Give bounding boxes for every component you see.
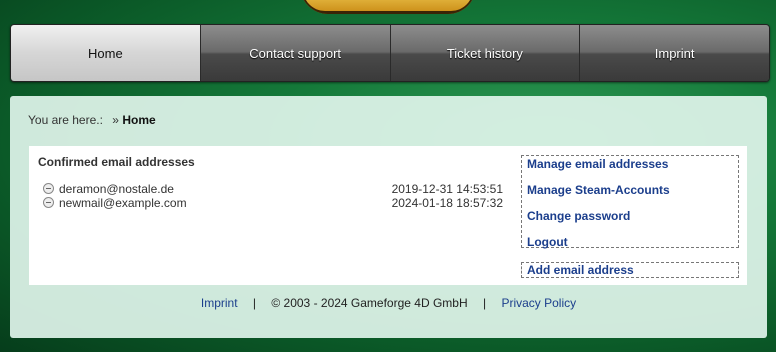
email-row: deramon@nostale.de 2019-12-31 14:53:51 [43, 182, 503, 196]
footer: Imprint | © 2003 - 2024 Gameforge 4D Gmb… [10, 296, 767, 310]
email-date: 2024-01-18 18:57:32 [391, 196, 503, 210]
logout-link[interactable]: Logout [522, 234, 738, 260]
footer-imprint-link[interactable]: Imprint [201, 296, 238, 310]
footer-copyright: © 2003 - 2024 Gameforge 4D GmbH [271, 296, 468, 310]
breadcrumb-prefix: You are here.: [28, 113, 103, 127]
email-row: newmail@example.com 2024-01-18 18:57:32 [43, 196, 503, 210]
email-address: newmail@example.com [59, 196, 187, 210]
remove-circle-icon[interactable] [43, 183, 54, 194]
account-menu: Manage email addresses Manage Steam-Acco… [521, 155, 739, 249]
nav-home[interactable]: Home [11, 25, 200, 81]
email-address: deramon@nostale.de [59, 182, 174, 196]
section-title: Confirmed email addresses [38, 155, 195, 169]
add-email-box: Add email address [521, 262, 739, 278]
footer-privacy-link[interactable]: Privacy Policy [501, 296, 576, 310]
breadcrumb: You are here.: » Home [28, 113, 156, 127]
nav-contact-support[interactable]: Contact support [199, 25, 390, 81]
manage-email-link[interactable]: Manage email addresses [522, 156, 738, 182]
nav-ticket-history[interactable]: Ticket history [389, 25, 580, 81]
breadcrumb-current: Home [122, 113, 156, 127]
manage-steam-link[interactable]: Manage Steam-Accounts [522, 182, 738, 208]
footer-divider: | [252, 296, 257, 310]
game-logo [300, 0, 476, 14]
main-nav: Home Contact support Ticket history Impr… [10, 24, 770, 82]
change-password-link[interactable]: Change password [522, 208, 738, 234]
breadcrumb-separator: » [112, 113, 119, 127]
content-box: Confirmed email addresses deramon@nostal… [29, 146, 747, 285]
main-panel: You are here.: » Home Confirmed email ad… [10, 96, 767, 338]
footer-divider: | [482, 296, 487, 310]
remove-circle-icon[interactable] [43, 197, 54, 208]
add-email-link[interactable]: Add email address [522, 263, 738, 277]
nav-imprint[interactable]: Imprint [579, 25, 769, 81]
email-date: 2019-12-31 14:53:51 [391, 182, 503, 196]
